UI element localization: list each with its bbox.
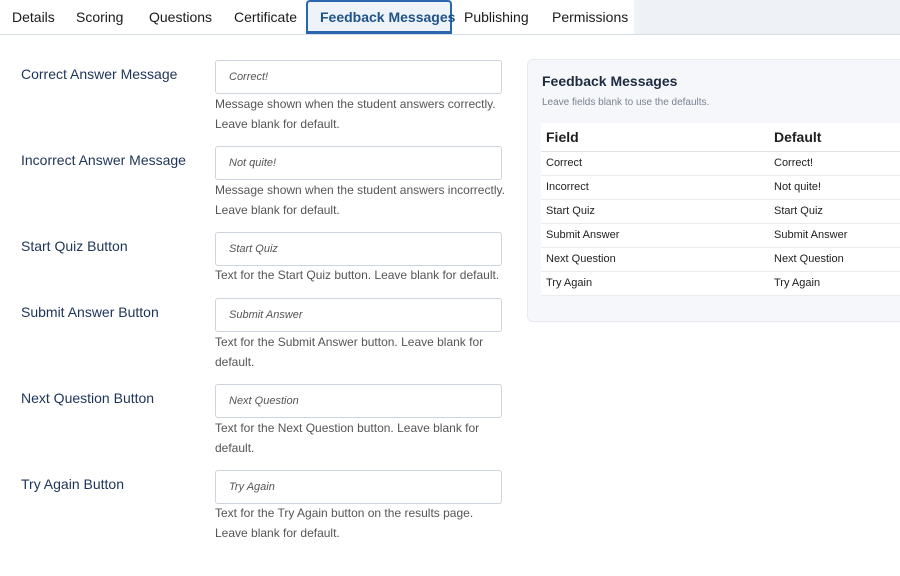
table-cell-field: Start Quiz <box>541 199 769 224</box>
table-cell-field: Next Question <box>541 247 769 272</box>
table-header-row: Field Default <box>541 123 900 152</box>
table-row: Incorrect Not quite! <box>541 175 900 200</box>
incorrect-answer-message-label: Incorrect Answer Message <box>21 152 186 168</box>
try-again-button-label: Try Again Button <box>21 476 124 492</box>
table-cell-default: Try Again <box>769 271 900 296</box>
try-again-button-help: Text for the Try Again button on the res… <box>215 506 474 540</box>
panel-title: Feedback Messages <box>542 73 678 89</box>
table-cell-default: Next Question <box>769 247 900 272</box>
next-question-button-help: Text for the Next Question button. Leave… <box>215 421 480 455</box>
table-cell-field: Incorrect <box>541 175 769 200</box>
defaults-panel: Feedback Messages Leave fields blank to … <box>527 59 900 322</box>
panel-subtitle: Leave fields blank to use the defaults. <box>542 97 710 108</box>
defaults-table: Field Default Correct Correct! Incorrect… <box>541 123 900 296</box>
tab-scoring[interactable]: Scoring <box>64 0 136 35</box>
tab-questions[interactable]: Questions <box>137 0 221 35</box>
table-cell-field: Correct <box>541 151 769 176</box>
header-field: Field <box>541 123 769 152</box>
incorrect-answer-message-help: Message shown when the student answers i… <box>215 183 505 217</box>
header-default: Default <box>769 123 900 152</box>
tab-feedback-messages[interactable]: Feedback Messages <box>306 0 455 34</box>
table-row: Submit Answer Submit Answer <box>541 223 900 248</box>
start-quiz-button-help: Text for the Start Quiz button. Leave bl… <box>215 268 500 282</box>
correct-answer-message-help: Message shown when the student answers c… <box>215 97 496 131</box>
submit-answer-button-label: Submit Answer Button <box>21 304 159 320</box>
table-row: Try Again Try Again <box>541 271 900 296</box>
table-cell-default: Start Quiz <box>769 199 900 224</box>
start-quiz-button-input[interactable] <box>215 232 502 266</box>
table-row: Start Quiz Start Quiz <box>541 199 900 224</box>
tab-publishing[interactable]: Publishing <box>452 0 540 35</box>
incorrect-answer-message-input[interactable] <box>215 146 502 180</box>
correct-answer-message-label: Correct Answer Message <box>21 66 178 82</box>
try-again-button-input[interactable] <box>215 470 502 504</box>
next-question-button-label: Next Question Button <box>21 390 155 406</box>
tab-bar-filler <box>634 0 900 34</box>
next-question-button-input[interactable] <box>215 384 502 418</box>
table-row: Correct Correct! <box>541 151 900 176</box>
table-cell-default: Correct! <box>769 151 900 176</box>
tab-bar: Details Scoring Questions Certificate Fe… <box>0 0 900 35</box>
table-cell-default: Submit Answer <box>769 223 900 248</box>
table-cell-default: Not quite! <box>769 175 900 200</box>
correct-answer-message-input[interactable] <box>215 60 502 94</box>
submit-answer-button-input[interactable] <box>215 298 502 332</box>
submit-answer-button-help: Text for the Submit Answer button. Leave… <box>215 335 484 369</box>
tab-permissions[interactable]: Permissions <box>540 0 634 35</box>
tab-details[interactable]: Details <box>0 0 62 35</box>
table-cell-field: Try Again <box>541 271 769 296</box>
start-quiz-button-label: Start Quiz Button <box>21 238 128 254</box>
table-row: Next Question Next Question <box>541 247 900 272</box>
tab-certificate[interactable]: Certificate <box>222 0 306 35</box>
table-cell-field: Submit Answer <box>541 223 769 248</box>
